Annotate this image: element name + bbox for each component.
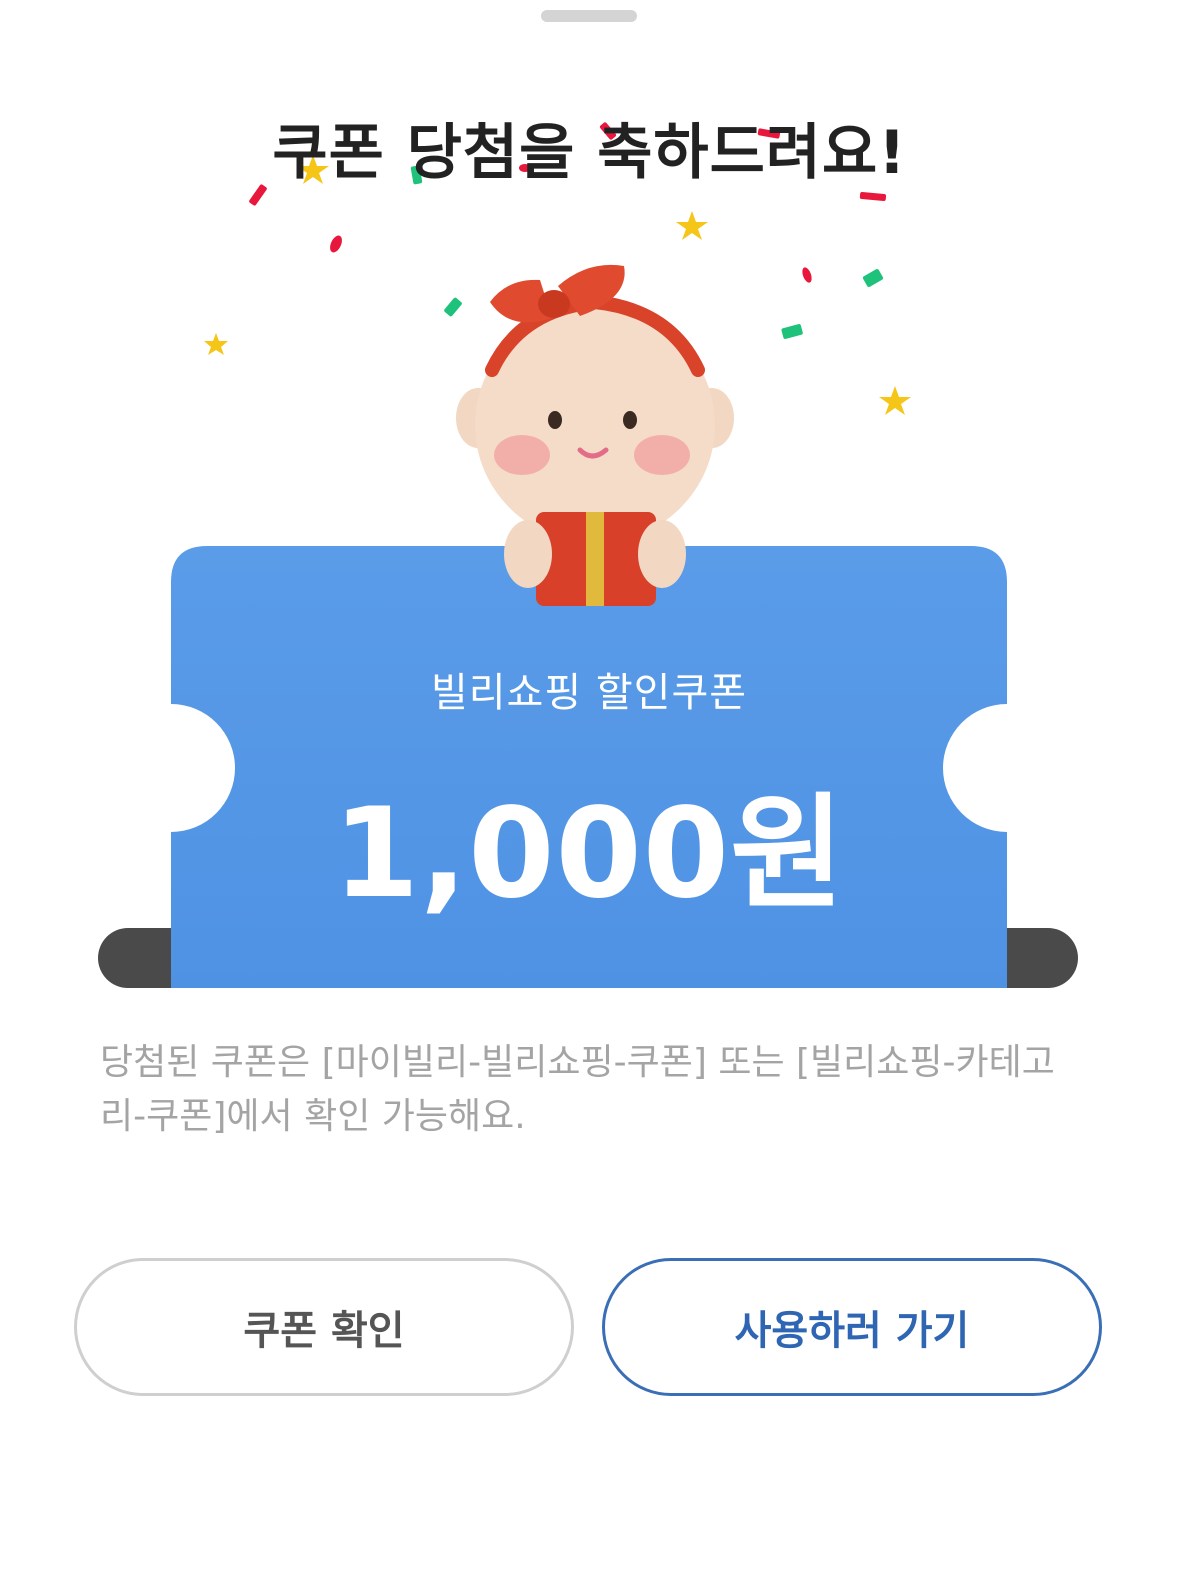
baby-with-gift-icon <box>456 264 734 606</box>
go-use-button[interactable]: 사용하러 가기 <box>602 1258 1102 1396</box>
coupon-amount: 1,000원 <box>332 782 846 926</box>
check-coupon-button[interactable]: 쿠폰 확인 <box>74 1258 574 1396</box>
page-title: 쿠폰 당첨을 축하드려요! <box>272 118 907 188</box>
coupon-name: 빌리쇼핑 할인쿠폰 <box>430 670 748 716</box>
coupon-notice: 당첨된 쿠폰은 [마이빌리-빌리쇼핑-쿠폰] 또는 [빌리쇼핑-카테고리-쿠폰]… <box>100 1042 1055 1137</box>
coupon-win-sheet: 쿠폰 당첨을 축하드려요! 빌리쇼핑 할인쿠폰 1,000원 당첨된 쿠폰은 [… <box>0 0 1179 1570</box>
